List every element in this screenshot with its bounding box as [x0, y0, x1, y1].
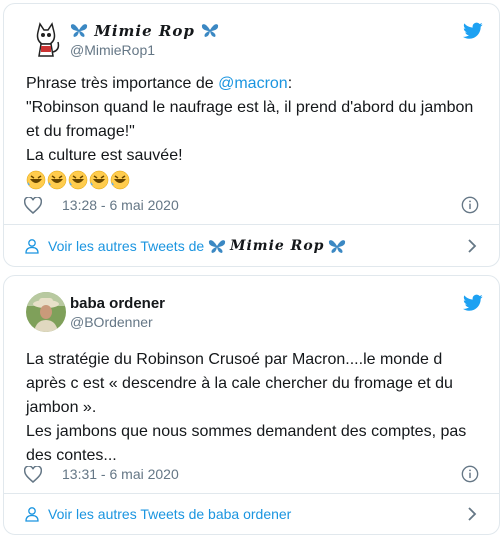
heart-icon[interactable]: [24, 466, 42, 483]
heart-icon[interactable]: [24, 197, 42, 214]
divider: [4, 224, 499, 225]
tweet-header: baba ordener @BOrdenner: [20, 288, 483, 336]
butterfly-icon: [329, 240, 346, 253]
tweet-text-prefix: Phrase très importance de: [26, 75, 219, 92]
emoji-row: [26, 168, 483, 192]
timestamp[interactable]: 13:28 - 6 mai 2020: [62, 197, 179, 213]
tweet-meta: 13:31 - 6 mai 2020: [24, 464, 483, 486]
chevron-right-icon: [468, 239, 477, 253]
tweet-text: La stratégie du Robinson Crusoé par Macr…: [26, 351, 467, 464]
cat-avatar-icon: [26, 20, 66, 60]
rolling-laughing-emoji-icon: [89, 170, 109, 190]
info-icon[interactable]: [461, 196, 479, 214]
butterfly-icon: [70, 24, 88, 37]
tweet-card[interactable]: baba ordener @BOrdenner La stratégie du …: [3, 275, 500, 535]
see-more-tweets-link[interactable]: Voir les autres Tweets de baba ordener: [24, 494, 483, 534]
rolling-laughing-emoji-icon: [26, 170, 46, 190]
tweet-card[interactable]: Mimie Rop @MimieRop1 Phrase très importa…: [3, 3, 500, 267]
info-icon[interactable]: [461, 465, 479, 483]
tweet-meta: 13:28 - 6 mai 2020: [24, 195, 483, 217]
timestamp[interactable]: 13:31 - 6 mai 2020: [62, 466, 179, 482]
see-more-tweets-link[interactable]: Voir les autres Tweets de Mimie Rop: [24, 226, 483, 266]
see-more-label: Voir les autres Tweets de: [48, 238, 205, 254]
user-handle[interactable]: @BOrdenner: [70, 313, 165, 331]
rolling-laughing-emoji-icon: [47, 170, 67, 190]
display-name[interactable]: Mimie Rop: [70, 22, 219, 41]
twitter-bird-icon[interactable]: [463, 22, 483, 40]
user-names: baba ordener @BOrdenner: [70, 294, 165, 331]
avatar[interactable]: [26, 20, 66, 60]
rolling-laughing-emoji-icon: [68, 170, 88, 190]
mention-link[interactable]: @macron: [218, 75, 288, 92]
display-name-text: Mimie Rop: [94, 22, 195, 40]
avatar[interactable]: [26, 292, 66, 332]
chevron-right-icon: [468, 507, 477, 521]
person-icon: [25, 507, 39, 522]
person-icon: [25, 239, 39, 254]
see-more-label: Voir les autres Tweets de baba ordener: [48, 506, 292, 522]
tweet-header: Mimie Rop @MimieRop1: [20, 16, 483, 64]
twitter-bird-icon[interactable]: [463, 294, 483, 312]
user-handle[interactable]: @MimieRop1: [70, 41, 219, 59]
display-name[interactable]: baba ordener: [70, 294, 165, 313]
user-names: Mimie Rop @MimieRop1: [70, 22, 219, 59]
profile-photo-avatar: [26, 292, 66, 332]
tweet-text: Phrase très importance de @macron: "Robi…: [26, 72, 483, 192]
see-more-user-name: Mimie Rop: [229, 238, 325, 254]
rolling-laughing-emoji-icon: [110, 170, 130, 190]
butterfly-icon: [208, 240, 226, 253]
butterfly-icon: [201, 24, 219, 37]
